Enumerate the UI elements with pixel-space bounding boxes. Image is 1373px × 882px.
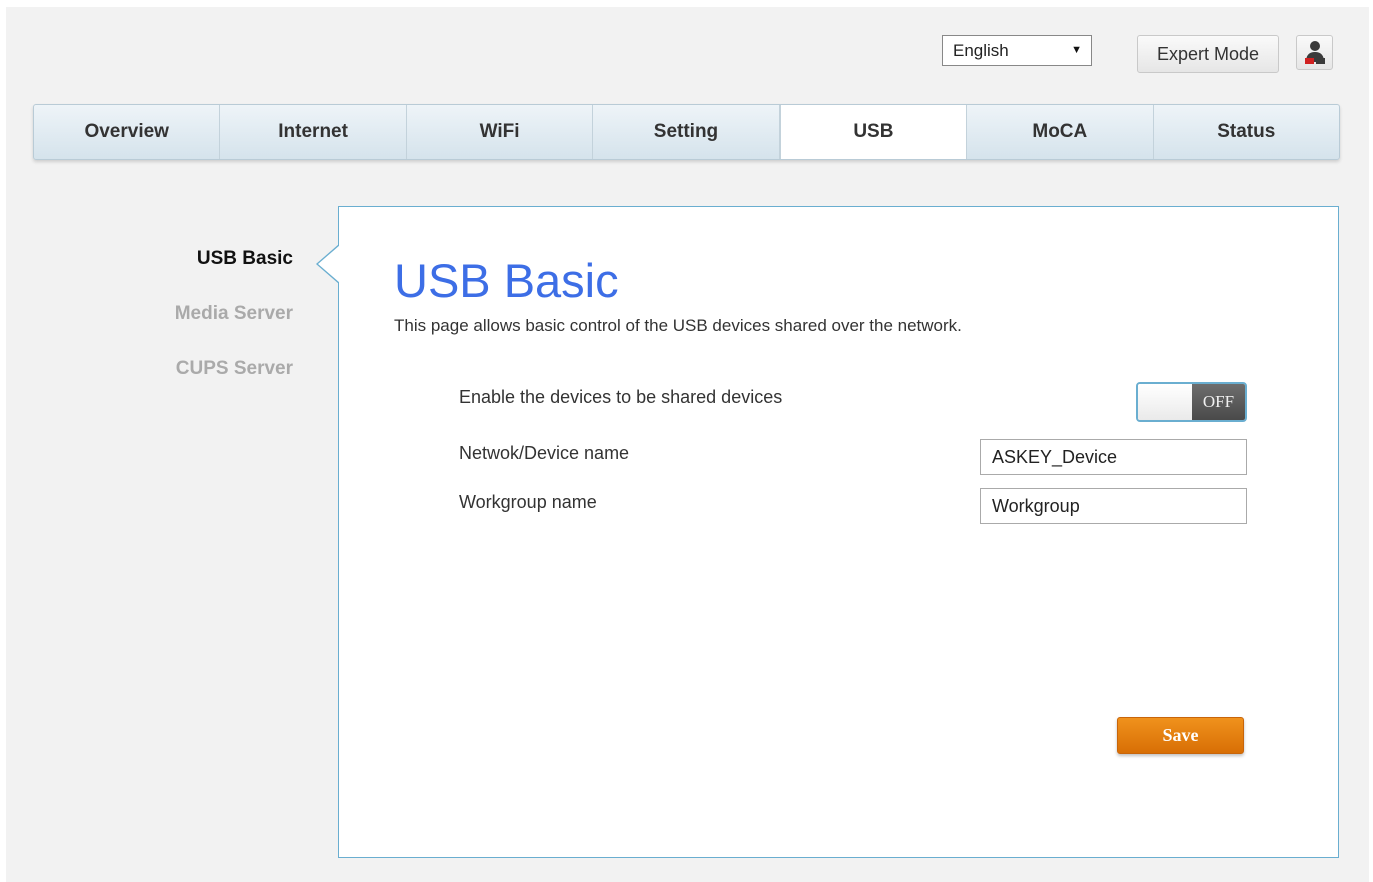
tab-moca[interactable]: MoCA [967, 105, 1154, 159]
share-devices-label: Enable the devices to be shared devices [459, 387, 783, 407]
toggle-state: OFF [1192, 384, 1245, 420]
tab-overview[interactable]: Overview [34, 105, 221, 159]
page-description: This page allows basic control of the US… [394, 316, 962, 335]
save-button[interactable]: Save [1117, 717, 1244, 754]
user-icon [1305, 41, 1325, 64]
tab-setting[interactable]: Setting [593, 105, 780, 159]
page-title: USB Basic [394, 254, 619, 307]
user-account-button[interactable] [1296, 35, 1333, 70]
tab-wifi[interactable]: WiFi [407, 105, 594, 159]
workgroup-input[interactable] [980, 488, 1247, 524]
language-value: English [953, 41, 1009, 60]
device-name-input[interactable] [980, 439, 1247, 475]
sidebar-item-media-server[interactable]: Media Server [175, 303, 293, 325]
tab-status[interactable]: Status [1154, 105, 1339, 159]
sidebar-item-usb-basic[interactable]: USB Basic [197, 248, 293, 270]
workgroup-label: Workgroup name [459, 492, 597, 512]
device-name-label: Netwok/Device name [459, 443, 630, 463]
toggle-knob [1138, 384, 1192, 420]
main-nav: Overview Internet WiFi Setting USB MoCA … [33, 104, 1340, 160]
share-devices-toggle[interactable]: OFF [1136, 382, 1247, 422]
sidebar-item-cups-server[interactable]: CUPS Server [176, 358, 293, 380]
expert-mode-button[interactable]: Expert Mode [1137, 35, 1279, 73]
panel-pointer-fill [318, 245, 340, 283]
tab-internet[interactable]: Internet [220, 105, 407, 159]
language-select[interactable]: English ▼ [942, 35, 1092, 66]
dropdown-arrow-icon: ▼ [1071, 44, 1082, 56]
tab-usb[interactable]: USB [779, 105, 968, 159]
